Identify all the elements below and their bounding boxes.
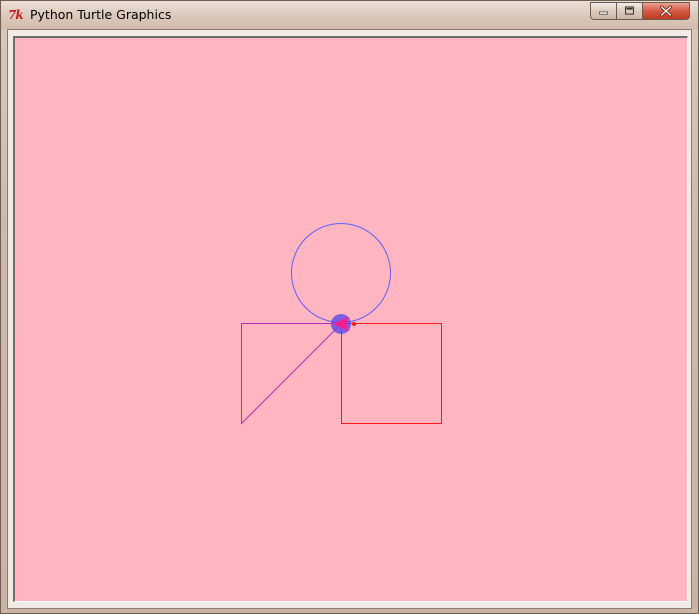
maximize-button[interactable] xyxy=(617,2,643,20)
minimize-button[interactable] xyxy=(590,2,617,20)
turtle-pen-dot-icon xyxy=(352,322,356,326)
close-button[interactable] xyxy=(643,2,690,20)
window-title: Python Turtle Graphics xyxy=(30,7,172,22)
tk-app-icon[interactable]: 7k xyxy=(8,7,26,23)
turtle-window: 7k Python Turtle Graphics xyxy=(0,0,699,614)
turtle-canvas[interactable] xyxy=(13,36,688,602)
title-bar[interactable]: 7k Python Turtle Graphics xyxy=(1,1,698,29)
maximize-icon xyxy=(624,6,635,15)
drawing-surface xyxy=(15,38,687,601)
minimize-icon xyxy=(599,11,608,15)
canvas-background xyxy=(15,38,687,601)
caption-buttons xyxy=(590,2,694,21)
close-icon xyxy=(660,5,672,17)
